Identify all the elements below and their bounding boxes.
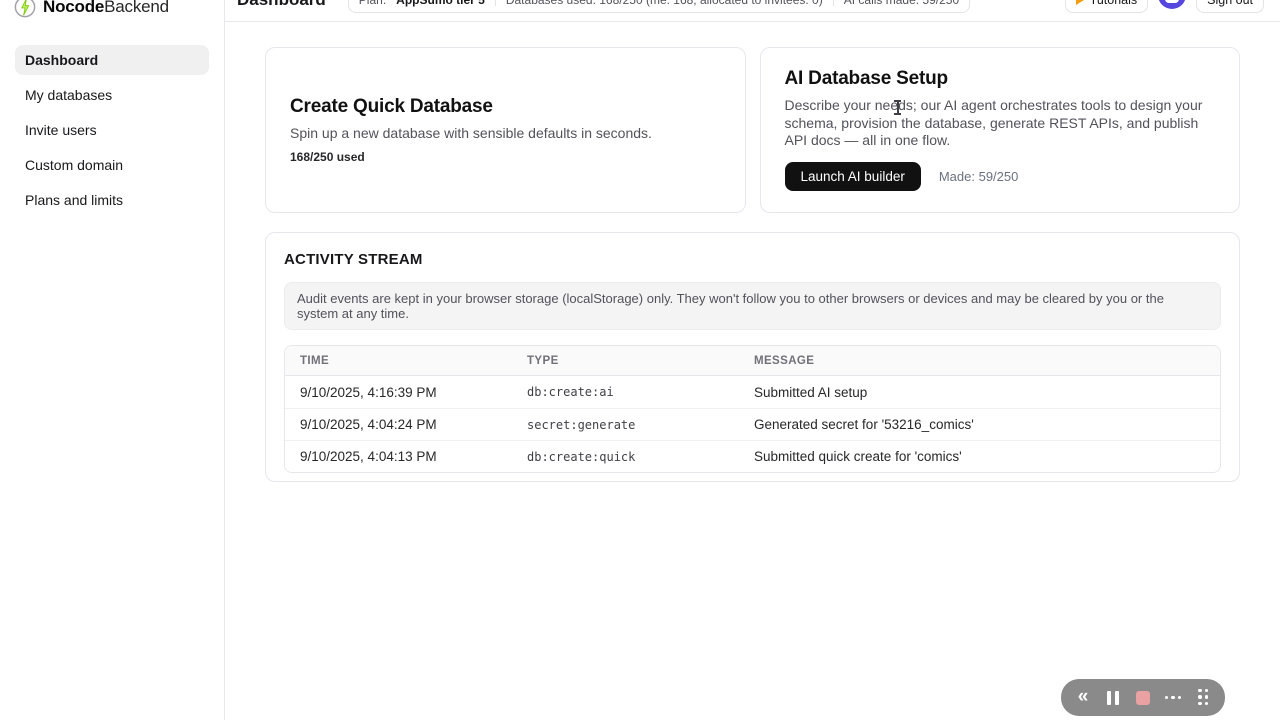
brand-name-light: Backend (104, 0, 169, 16)
activity-table: TIME TYPE MESSAGE 9/10/2025, 4:16:39 PM … (284, 345, 1221, 473)
sign-out-label: Sign out (1207, 0, 1253, 7)
ai-card-title: AI Database Setup (785, 68, 1216, 90)
cell-type: db:create:quick (512, 450, 739, 464)
cell-type: db:create:ai (512, 385, 739, 399)
plan-value: AppSumo tier 5 (396, 0, 485, 7)
content-area: Create Quick Database Spin up a new data… (225, 22, 1280, 720)
sidebar-item-invite-users[interactable]: Invite users (15, 115, 209, 145)
sidebar-item-plans-and-limits[interactable]: Plans and limits (15, 185, 209, 215)
cell-message: Generated secret for '53216_comics' (739, 417, 1220, 432)
sidebar: NocodeBackend Dashboard My databases Inv… (0, 0, 225, 720)
cards-row: Create Quick Database Spin up a new data… (265, 47, 1240, 213)
activity-table-header: TIME TYPE MESSAGE (285, 346, 1220, 376)
more-options-icon[interactable] (1164, 689, 1182, 707)
ai-made-counter: Made: 59/250 (939, 169, 1019, 184)
plan-usage-pill: Plan: AppSumo tier 5 Databases used: 168… (348, 0, 970, 13)
launch-ai-builder-button[interactable]: Launch AI builder (785, 162, 921, 191)
recorder-toolbar: « (1061, 679, 1225, 716)
sign-out-button[interactable]: Sign out (1196, 0, 1264, 13)
play-icon (1076, 0, 1084, 5)
sidebar-item-my-databases[interactable]: My databases (15, 80, 209, 110)
brand-name: NocodeBackend (43, 0, 169, 17)
table-row: 9/10/2025, 4:16:39 PM db:create:ai Submi… (285, 376, 1220, 408)
lightning-logo-icon (14, 0, 36, 18)
col-header-time: TIME (285, 355, 512, 367)
local-storage-notice: Audit events are kept in your browser st… (284, 282, 1221, 330)
sidebar-item-dashboard[interactable]: Dashboard (15, 45, 209, 75)
create-quick-database-card: Create Quick Database Spin up a new data… (265, 47, 746, 213)
activity-stream-title: ACTIVITY STREAM (284, 251, 1221, 268)
table-row: 9/10/2025, 4:04:24 PM secret:generate Ge… (285, 408, 1220, 440)
databases-used-text: Databases used: 168/250 (me: 168, alloca… (506, 0, 823, 7)
main-column: Dashboard Plan: AppSumo tier 5 Databases… (225, 0, 1280, 720)
pause-icon[interactable] (1104, 689, 1122, 707)
stop-icon[interactable] (1134, 689, 1152, 707)
divider (495, 0, 496, 6)
sidebar-item-custom-domain[interactable]: Custom domain (15, 150, 209, 180)
top-bar: Dashboard Plan: AppSumo tier 5 Databases… (225, 0, 1280, 22)
quick-card-title: Create Quick Database (290, 96, 721, 118)
sidebar-nav: Dashboard My databases Invite users Cust… (0, 45, 224, 215)
table-row: 9/10/2025, 4:04:13 PM db:create:quick Su… (285, 440, 1220, 472)
chat-widget-icon[interactable] (1158, 0, 1186, 9)
activity-stream-card: ACTIVITY STREAM Audit events are kept in… (265, 232, 1240, 482)
quick-card-description: Spin up a new database with sensible def… (290, 125, 721, 143)
brand-logo[interactable]: NocodeBackend (14, 0, 169, 18)
ai-database-setup-card: AI Database Setup Describe your needs; o… (760, 47, 1241, 213)
drag-handle-icon[interactable] (1194, 689, 1212, 707)
cell-message: Submitted AI setup (739, 385, 1220, 400)
ai-card-actions: Launch AI builder Made: 59/250 (785, 162, 1216, 191)
cell-type: secret:generate (512, 418, 739, 432)
col-header-message: MESSAGE (739, 355, 1220, 367)
ai-calls-text: AI calls made: 59/250 (844, 0, 959, 7)
cell-time: 9/10/2025, 4:04:13 PM (285, 449, 512, 464)
plan-label: Plan: (359, 0, 386, 7)
divider (833, 0, 834, 6)
tutorials-label: Tutorials (1090, 0, 1137, 7)
col-header-type: TYPE (512, 355, 739, 367)
app-root: NocodeBackend Dashboard My databases Inv… (0, 0, 1280, 720)
ai-card-description: Describe your needs; our AI agent orches… (785, 97, 1216, 150)
cell-time: 9/10/2025, 4:04:24 PM (285, 417, 512, 432)
tutorials-button[interactable]: Tutorials (1065, 0, 1148, 13)
cell-time: 9/10/2025, 4:16:39 PM (285, 385, 512, 400)
cell-message: Submitted quick create for 'comics' (739, 449, 1220, 464)
brand-name-bold: Nocode (43, 0, 104, 16)
quick-card-usage: 168/250 used (290, 150, 721, 164)
page-title: Dashboard (237, 0, 326, 10)
rewind-icon[interactable]: « (1074, 688, 1092, 706)
